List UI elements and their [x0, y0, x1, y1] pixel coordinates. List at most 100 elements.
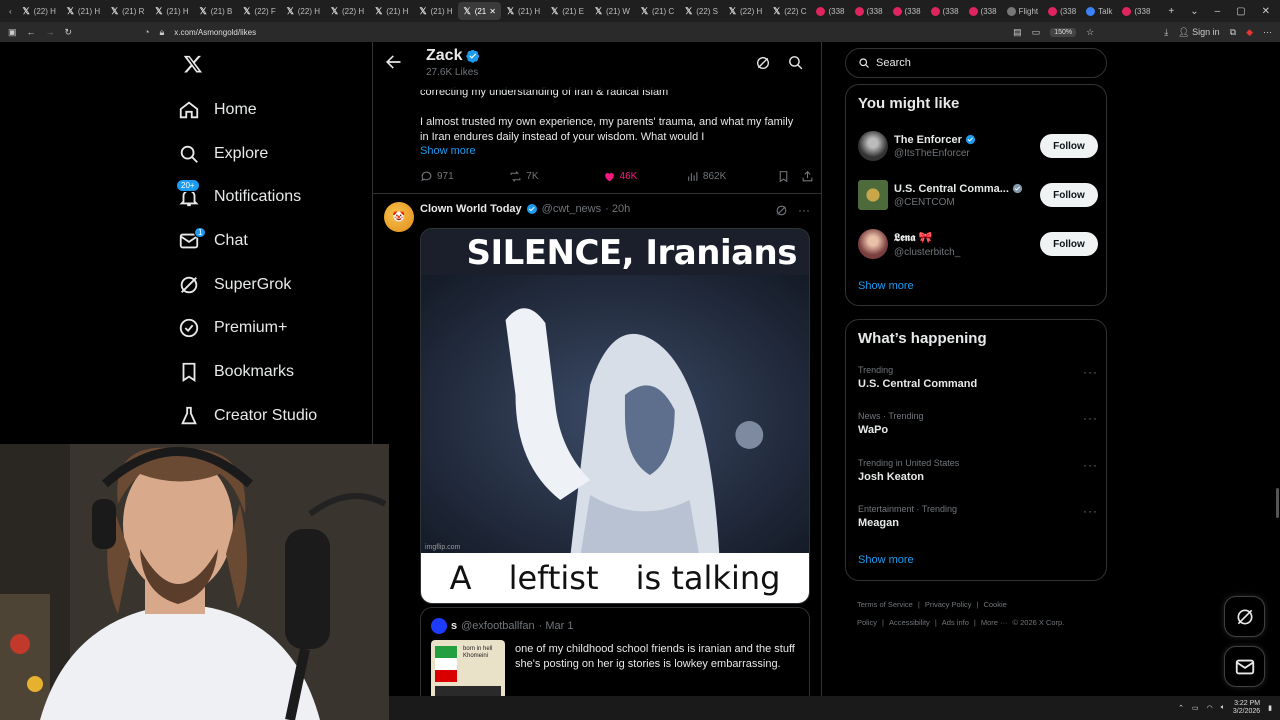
more-options-icon[interactable]: ···: [1083, 504, 1098, 518]
follow-button[interactable]: Follow: [1040, 183, 1098, 207]
system-clock[interactable]: 3:22 PM 3/2/2026: [1233, 700, 1260, 716]
nav-item-chat[interactable]: 1 Chat: [168, 219, 372, 263]
browser-tab[interactable]: 𝕏 (21 ✕: [457, 2, 501, 20]
grok-fab-button[interactable]: [1224, 596, 1265, 637]
more-options-icon[interactable]: ···: [1083, 365, 1098, 379]
browser-tab[interactable]: 𝕏 (21) R: [105, 2, 149, 20]
nav-item-home[interactable]: Home: [168, 88, 372, 132]
search-icon[interactable]: [787, 54, 804, 71]
reload-icon[interactable]: ↻: [65, 27, 73, 38]
footer-link[interactable]: Ads info: [942, 618, 969, 627]
minimize-icon[interactable]: –: [1215, 6, 1221, 17]
pip-icon[interactable]: ▭: [1032, 27, 1041, 38]
wifi-icon[interactable]: ◠: [1207, 704, 1213, 712]
maximize-icon[interactable]: ▢: [1236, 6, 1245, 17]
more-options-icon[interactable]: ···: [1083, 458, 1098, 472]
views-button[interactable]: 862K: [686, 170, 777, 183]
browser-tab[interactable]: (338: [964, 2, 1002, 20]
tab-list-icon[interactable]: ⌄: [1190, 6, 1198, 17]
footer-link[interactable]: Terms of Service: [857, 600, 913, 609]
author-handle[interactable]: @cwt_news: [542, 203, 601, 215]
browser-tab[interactable]: 𝕏 (21) W: [589, 2, 635, 20]
show-more-link[interactable]: Show more: [858, 554, 914, 566]
browser-tab[interactable]: 𝕏 (21) B: [194, 2, 238, 20]
volume-icon[interactable]: 🔈︎: [1221, 704, 1225, 712]
footer-link[interactable]: Accessibility: [889, 618, 930, 627]
trend-item[interactable]: Entertainment · Trending Meagan ···: [858, 504, 1098, 529]
nav-item-notifications[interactable]: 20+ Notifications: [168, 175, 372, 219]
network-icon[interactable]: ▭: [1192, 704, 1199, 712]
search-input[interactable]: Search: [845, 48, 1107, 78]
suggested-user[interactable]: The Enforcer @ItsTheEnforcer Follow: [858, 128, 1098, 164]
avatar[interactable]: 🤡: [384, 202, 414, 232]
zoom-level[interactable]: 150%: [1050, 27, 1077, 37]
trend-item[interactable]: Trending U.S. Central Command ···: [858, 365, 1098, 390]
nav-item-supergrok[interactable]: SuperGrok: [168, 263, 372, 307]
menu-dots-icon[interactable]: ⋯: [1263, 27, 1272, 38]
sidebar-toggle-icon[interactable]: ▣: [8, 27, 17, 38]
quoted-tweet[interactable]: s @exfootballfan · Mar 1 born in hell Kh…: [420, 607, 810, 696]
tweet-media-image[interactable]: SILENCE, Iranians imgflip.com A leftist …: [420, 228, 810, 604]
author-name[interactable]: Clown World Today: [420, 203, 522, 215]
browser-tab[interactable]: 𝕏 (21) H: [413, 2, 457, 20]
browser-tab[interactable]: (338: [850, 2, 888, 20]
suggested-user[interactable]: 𝕷𝖊𝖓𝖆 🎀 @clusterbitch_ Follow: [858, 226, 1098, 262]
messages-fab-button[interactable]: [1224, 646, 1265, 687]
user-name[interactable]: 𝕷𝖊𝖓𝖆 🎀: [894, 231, 932, 245]
browser-tab[interactable]: 𝕏 (21) E: [545, 2, 589, 20]
suggested-user[interactable]: U.S. Central Comma... @CENTCOM Follow: [858, 177, 1098, 213]
browser-tab[interactable]: 𝕏 (22) H: [723, 2, 767, 20]
like-button[interactable]: 46K: [603, 170, 686, 183]
browser-tab[interactable]: 𝕏 (22) F: [237, 2, 280, 20]
tray-chevron-icon[interactable]: ⌃: [1178, 704, 1184, 712]
show-more-link[interactable]: Show more: [858, 280, 914, 292]
nav-item-creator-studio[interactable]: Creator Studio: [168, 394, 372, 438]
follow-button[interactable]: Follow: [1040, 134, 1098, 158]
browser-tab[interactable]: 𝕏 (22) H: [17, 2, 61, 20]
extensions-icon[interactable]: ⧉: [1230, 27, 1236, 38]
show-more-link[interactable]: Show more: [420, 145, 476, 157]
close-tab-icon[interactable]: ✕: [489, 7, 496, 16]
trend-item[interactable]: Trending in United States Josh Keaton ···: [858, 458, 1098, 483]
browser-tab[interactable]: (338: [811, 2, 849, 20]
back-arrow-icon[interactable]: [383, 52, 403, 72]
browser-tab[interactable]: Talk: [1081, 2, 1117, 20]
notification-icon[interactable]: ▮: [1268, 704, 1272, 712]
browser-tab[interactable]: 𝕏 (21) C: [635, 2, 679, 20]
browser-tab[interactable]: 𝕏 (22) H: [325, 2, 369, 20]
user-name[interactable]: The Enforcer: [894, 134, 962, 146]
signin-button[interactable]: 👤︎ Sign in: [1178, 27, 1219, 38]
download-icon[interactable]: ⤓: [1164, 27, 1168, 38]
favorite-star-icon[interactable]: ☆: [1086, 27, 1094, 38]
nav-item-bookmarks[interactable]: Bookmarks: [168, 350, 372, 394]
browser-tab[interactable]: (338: [926, 2, 964, 20]
avatar[interactable]: [858, 180, 888, 210]
browser-tab[interactable]: 𝕏 (21) H: [149, 2, 193, 20]
trend-item[interactable]: News · Trending WaPo ···: [858, 411, 1098, 436]
more-options-icon[interactable]: ···: [1083, 411, 1098, 425]
grok-icon[interactable]: [775, 204, 788, 217]
footer-link[interactable]: Privacy Policy: [925, 600, 972, 609]
shield-icon[interactable]: ◔: [144, 27, 149, 37]
reply-button[interactable]: 971: [420, 170, 509, 183]
x-logo-icon[interactable]: [171, 46, 215, 82]
browser-tab[interactable]: 𝕏 (21) H: [61, 2, 105, 20]
footer-link[interactable]: More ···: [981, 618, 1008, 627]
ext-red-icon[interactable]: ◆: [1246, 27, 1253, 38]
new-tab-icon[interactable]: +: [1168, 6, 1174, 17]
tweet-time[interactable]: · 20h: [605, 203, 630, 215]
browser-tab[interactable]: (338: [888, 2, 926, 20]
user-name[interactable]: U.S. Central Comma...: [894, 183, 1009, 195]
footer-link[interactable]: © 2026 X Corp.: [1013, 618, 1065, 627]
bookmark-button[interactable]: [777, 170, 801, 183]
lock-icon[interactable]: 🔒︎: [160, 27, 165, 38]
follow-button[interactable]: Follow: [1040, 232, 1098, 256]
retweet-button[interactable]: 7K: [509, 170, 602, 183]
browser-tab[interactable]: Flight: [1002, 2, 1044, 20]
browser-tab[interactable]: (338: [1043, 2, 1081, 20]
url-field[interactable]: x.com/Asmongold/likes: [174, 28, 256, 37]
tab-scroll-left-icon[interactable]: ‹: [4, 2, 17, 20]
avatar[interactable]: [858, 229, 888, 259]
forward-nav-icon[interactable]: →: [46, 27, 55, 37]
grok-icon[interactable]: [755, 55, 771, 71]
